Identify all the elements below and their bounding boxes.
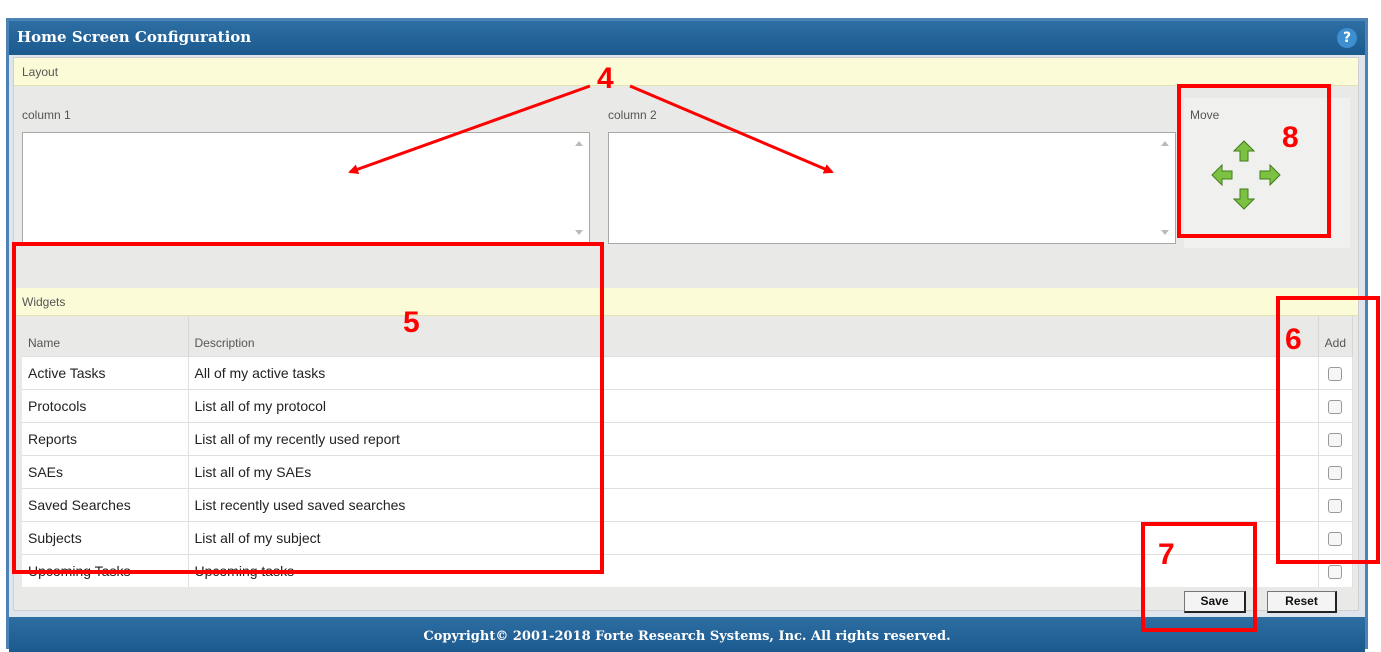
help-icon[interactable]: ? (1337, 28, 1357, 48)
scroll-up-icon[interactable] (1161, 141, 1169, 146)
config-panel: Layout column 1 column 2 Move Widgets Na… (13, 57, 1359, 613)
layout-section-label: Layout (22, 65, 59, 79)
scroll-up-icon[interactable] (575, 141, 583, 146)
column1-listbox[interactable] (22, 132, 590, 244)
add-checkbox[interactable] (1328, 366, 1343, 381)
callout-label-7: 7 (1158, 538, 1175, 571)
table-row: Reports List all of my recently used rep… (22, 421, 1354, 455)
add-column-header: Add (1318, 316, 1354, 356)
widget-name: SAEs (22, 454, 189, 488)
move-controls: Move (1184, 98, 1350, 248)
widget-description: List all of my protocol (188, 388, 1319, 422)
widget-description: All of my active tasks (188, 355, 1319, 389)
arrow-right-icon[interactable] (1259, 164, 1281, 186)
table-row: Active Tasks All of my active tasks (22, 355, 1354, 389)
scroll-down-icon[interactable] (1161, 230, 1169, 235)
widget-description: List all of my SAEs (188, 454, 1319, 488)
widget-description: List recently used saved searches (188, 487, 1319, 521)
add-checkbox[interactable] (1328, 432, 1343, 447)
table-row: SAEs List all of my SAEs (22, 454, 1354, 488)
column2-label: column 2 (608, 108, 657, 122)
callout-label-8: 8 (1282, 121, 1299, 154)
add-checkbox[interactable] (1328, 498, 1343, 513)
add-checkbox[interactable] (1328, 564, 1343, 579)
window-titlebar: Home Screen Configuration ? (9, 21, 1365, 55)
window-title: Home Screen Configuration (17, 28, 252, 46)
footer: Copyright© 2001-2018 Forte Research Syst… (9, 617, 1365, 652)
arrow-up-icon[interactable] (1233, 140, 1255, 162)
widgets-header-row: Name Description Add (22, 316, 1354, 356)
column1-label: column 1 (22, 108, 71, 122)
widget-name: Upcoming Tasks (22, 553, 189, 587)
add-checkbox[interactable] (1328, 465, 1343, 480)
add-cell (1318, 421, 1354, 455)
widget-name: Active Tasks (22, 355, 189, 389)
save-button[interactable]: Save (1184, 591, 1246, 613)
name-column-header: Name (22, 316, 189, 356)
table-row: Protocols List all of my protocol (22, 388, 1354, 422)
add-checkbox[interactable] (1328, 399, 1343, 414)
scroll-down-icon[interactable] (575, 230, 583, 235)
add-cell (1318, 388, 1354, 422)
layout-section-header: Layout (14, 58, 1358, 86)
callout-label-5: 5 (403, 306, 420, 339)
callout-label-6: 6 (1285, 323, 1302, 356)
widget-name: Protocols (22, 388, 189, 422)
table-row: Saved Searches List recently used saved … (22, 487, 1354, 521)
widget-description: List all of my subject (188, 520, 1319, 554)
table-row: Subjects List all of my subject (22, 520, 1354, 554)
add-cell (1318, 355, 1354, 389)
callout-label-4: 4 (597, 62, 614, 95)
widget-name: Reports (22, 421, 189, 455)
arrow-left-icon[interactable] (1211, 164, 1233, 186)
copyright-text: Copyright© 2001-2018 Forte Research Syst… (423, 629, 951, 644)
widget-name: Saved Searches (22, 487, 189, 521)
add-checkbox[interactable] (1328, 531, 1343, 546)
add-cell (1318, 454, 1354, 488)
widget-description: Upcoming tasks (188, 553, 1319, 587)
widgets-section-header: Widgets (14, 288, 1358, 316)
widgets-section-label: Widgets (22, 295, 66, 309)
widgets-table: Name Description Add Active Tasks All of… (22, 316, 1354, 587)
arrow-down-icon[interactable] (1233, 188, 1255, 210)
add-cell (1318, 553, 1354, 587)
widget-name: Subjects (22, 520, 189, 554)
description-column-header: Description (188, 316, 1319, 356)
reset-button[interactable]: Reset (1267, 591, 1337, 613)
add-cell (1318, 487, 1354, 521)
table-row: Upcoming Tasks Upcoming tasks (22, 553, 1354, 587)
move-label: Move (1190, 108, 1220, 122)
add-cell (1318, 520, 1354, 554)
widget-description: List all of my recently used report (188, 421, 1319, 455)
column2-listbox[interactable] (608, 132, 1176, 244)
